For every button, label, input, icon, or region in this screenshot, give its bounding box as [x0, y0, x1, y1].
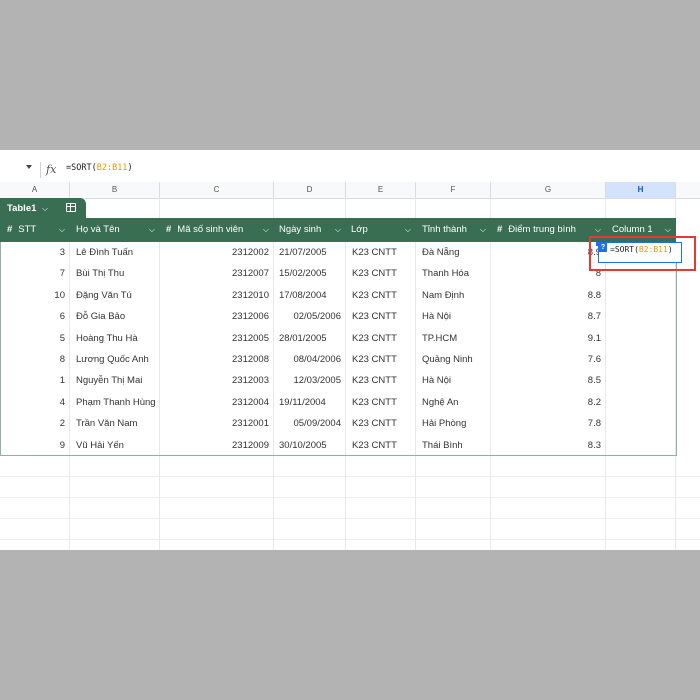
highlight-annotation-box: [589, 236, 696, 271]
table-name: Table1: [7, 203, 37, 214]
formula-suffix: ): [127, 163, 133, 173]
spreadsheet-area: fx =SORT(B2:B11) A B C D E F G H Table1 …: [0, 150, 700, 550]
column-header-h[interactable]: H: [606, 182, 676, 198]
table-options-icon[interactable]: [66, 203, 76, 212]
column-header-a[interactable]: A: [0, 182, 70, 198]
fx-icon: fx: [46, 163, 57, 176]
table-row[interactable]: 9 Vũ Hải Yến 2312009 30/10/2005 K23 CNTT…: [1, 435, 677, 456]
column-header-d[interactable]: D: [274, 182, 346, 198]
header-stt[interactable]: # STT ⌵: [7, 218, 69, 242]
column-headers: A B C D E F G H: [0, 182, 700, 199]
chevron-down-icon: ⌵: [479, 225, 486, 234]
header-class[interactable]: Lớp ⌵: [351, 218, 415, 242]
column-header-e[interactable]: E: [346, 182, 416, 198]
table-row[interactable]: 4 Phạm Thanh Hùng 2312004 19/11/2004 K23…: [1, 392, 677, 413]
table-row[interactable]: 10 Đặng Văn Tú 2312010 17/08/2004 K23 CN…: [1, 285, 677, 306]
column-header-c[interactable]: C: [160, 182, 274, 198]
name-box-dropdown-icon[interactable]: [26, 165, 32, 169]
table-header-row: # STT ⌵ Họ và Tên ⌵ # Mã số sinh viên ⌵ Ngày …: [0, 218, 676, 242]
column-header-g[interactable]: G: [491, 182, 606, 198]
table-name-chip[interactable]: Table1 ⌵: [0, 198, 86, 218]
formula-range-ref: B2:B11: [96, 163, 128, 173]
table-row[interactable]: 2 Trần Văn Nam 2312001 05/09/2004 K23 CN…: [1, 413, 677, 434]
table-row[interactable]: 8 Lương Quốc Anh 2312008 08/04/2006 K23 …: [1, 349, 677, 370]
formula-prefix: =SORT(: [66, 163, 97, 173]
chevron-down-icon: ⌵: [58, 225, 65, 234]
table-body: 3 Lê Đình Tuấn 2312002 21/07/2005 K23 CN…: [0, 242, 677, 456]
header-dob[interactable]: Ngày sinh ⌵: [279, 218, 345, 242]
table-row[interactable]: 1 Nguyễn Thị Mai 2312003 12/03/2005 K23 …: [1, 370, 677, 391]
chevron-down-icon: ⌵: [148, 225, 155, 234]
table-row[interactable]: 7 Bùi Thị Thu 2312007 15/02/2005 K23 CNT…: [1, 263, 677, 284]
formula-divider: [40, 162, 41, 178]
chevron-down-icon: ⌵: [334, 225, 341, 234]
chevron-down-icon: ⌵: [404, 225, 411, 234]
chevron-down-icon: ⌵: [262, 225, 269, 234]
toolbar-strip: [0, 150, 700, 158]
formula-bar: fx =SORT(B2:B11): [0, 158, 700, 183]
chevron-down-icon[interactable]: ⌵: [42, 204, 48, 214]
table-row[interactable]: 5 Hoàng Thu Hà 2312005 28/01/2005 K23 CN…: [1, 328, 677, 349]
column-header-f[interactable]: F: [416, 182, 491, 198]
header-name[interactable]: Họ và Tên ⌵: [76, 218, 159, 242]
header-city[interactable]: Tỉnh thành ⌵: [422, 218, 490, 242]
column-header-b[interactable]: B: [70, 182, 160, 198]
header-student-id[interactable]: # Mã số sinh viên ⌵: [166, 218, 273, 242]
table-row[interactable]: 6 Đỗ Gia Bảo 2312006 02/05/2006 K23 CNTT…: [1, 306, 677, 327]
table-row[interactable]: 3 Lê Đình Tuấn 2312002 21/07/2005 K23 CN…: [1, 242, 677, 263]
formula-input[interactable]: =SORT(B2:B11): [66, 163, 133, 173]
